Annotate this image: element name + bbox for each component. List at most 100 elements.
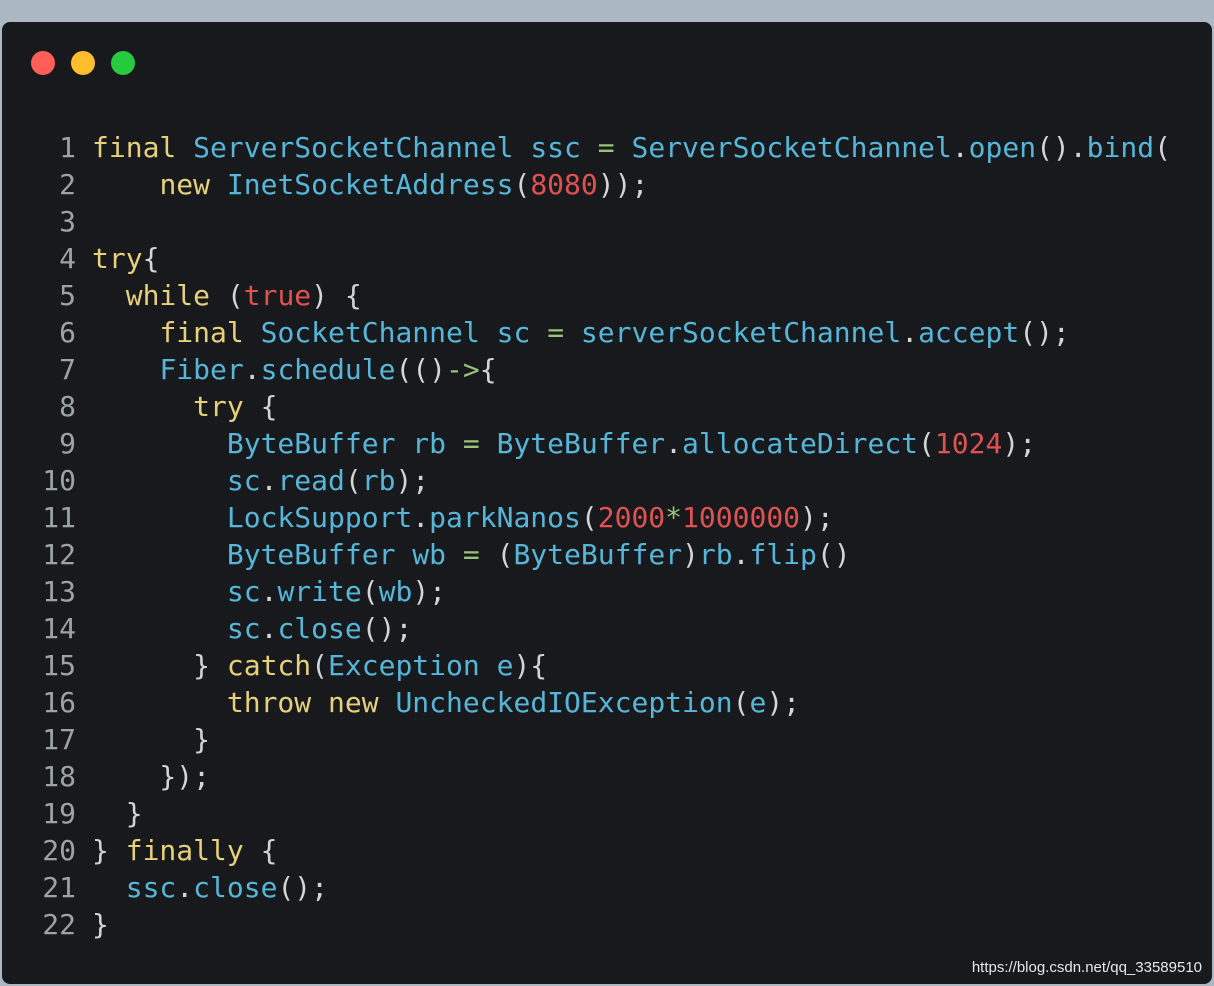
line-source: while (true) { [76,277,362,314]
line-source: final SocketChannel sc = serverSocketCha… [76,314,1069,351]
code-token: try [92,242,143,275]
code-token: ByteBuffer [496,427,666,460]
code-token: ( [210,279,244,312]
code-line: 12 ByteBuffer wb = (ByteBuffer)rb.flip() [2,536,1171,573]
code-token: read [277,464,345,497]
line-source: try{ [76,240,159,277]
line-number: 22 [42,908,76,941]
code-token: wb [378,575,413,608]
code-token: write [277,575,362,608]
line-number: 19 [42,797,76,830]
line-source: ByteBuffer wb = (ByteBuffer)rb.flip() [76,536,851,573]
line-source: } [76,721,210,758]
code-token: ServerSocketChannel [631,131,952,164]
code-token: { [142,242,160,275]
code-token: ByteBuffer [226,538,396,571]
code-token: (); [277,871,329,904]
code-token: sc [226,464,261,497]
code-token: }); [92,760,211,793]
code-token: { [479,353,497,386]
code-token: rb [698,538,733,571]
line-source: sc.write(wb); [76,573,446,610]
code-token: = [597,131,615,164]
line-source: sc.read(rb); [76,462,429,499]
code-token: LockSupport [226,501,413,534]
code-token: . [260,464,278,497]
code-token: * [665,501,683,534]
code-token: final [159,316,244,349]
line-source: throw new UncheckedIOException(e); [76,684,800,721]
code-line: 10 sc.read(rb); [2,462,1171,499]
code-token: ( [361,575,379,608]
code-block: 1 final ServerSocketChannel ssc = ServerS… [2,129,1171,943]
code-token: Exception [328,649,480,682]
code-token: wb [412,538,447,571]
code-line: 8 try { [2,388,1171,425]
code-token: { [243,390,278,423]
code-token: ( [311,649,329,682]
code-token: } [92,908,109,941]
line-number: 6 [59,316,76,349]
code-line: 16 throw new UncheckedIOException(e); [2,684,1171,721]
code-token: catch [226,649,312,682]
line-source: ssc.close(); [76,869,328,906]
code-token: )); [597,168,649,201]
watermark-url: https://blog.csdn.net/qq_33589510 [971,959,1202,976]
code-token: 1024 [934,427,1003,460]
close-button[interactable] [31,51,55,75]
code-token: . [176,871,194,904]
code-token: . [665,427,683,460]
line-source: new InetSocketAddress(8080)); [76,166,648,203]
line-number: 2 [59,168,76,201]
code-token: ( [513,168,531,201]
code-token: . [260,612,278,645]
code-token: close [277,612,362,645]
line-source: } [76,795,143,832]
line-source: try { [76,388,277,425]
code-token: parkNanos [429,501,581,534]
code-token: . [901,316,919,349]
code-token: sc [226,612,261,645]
window-controls [31,51,135,75]
code-line: 7 Fiber.schedule(()->{ [2,351,1171,388]
code-line: 15 } catch(Exception e){ [2,647,1171,684]
code-line: 5 while (true) { [2,277,1171,314]
code-token: e [749,686,767,719]
code-token: . [260,575,278,608]
code-token: ( [580,501,598,534]
zoom-button[interactable] [111,51,135,75]
code-token: ) { [311,279,362,312]
line-number: 5 [59,279,76,312]
line-number: 11 [42,501,76,534]
code-token: = [547,316,565,349]
code-token: ssc [125,871,177,904]
code-window: 1 final ServerSocketChannel ssc = ServerS… [2,22,1212,984]
code-line: 6 final SocketChannel sc = serverSocketC… [2,314,1171,351]
code-token: SocketChannel [260,316,480,349]
minimize-button[interactable] [71,51,95,75]
code-token: new [159,168,211,201]
code-token: rb [412,427,447,460]
code-token: (). [1036,131,1087,164]
code-line: 2 new InetSocketAddress(8080)); [2,166,1171,203]
code-token: serverSocketChannel [580,316,902,349]
code-token: schedule [260,353,396,386]
line-source: final ServerSocketChannel ssc = ServerSo… [76,129,1171,166]
line-source: } catch(Exception e){ [76,647,547,684]
code-token: rb [361,464,396,497]
code-line: 22} [2,906,1171,943]
